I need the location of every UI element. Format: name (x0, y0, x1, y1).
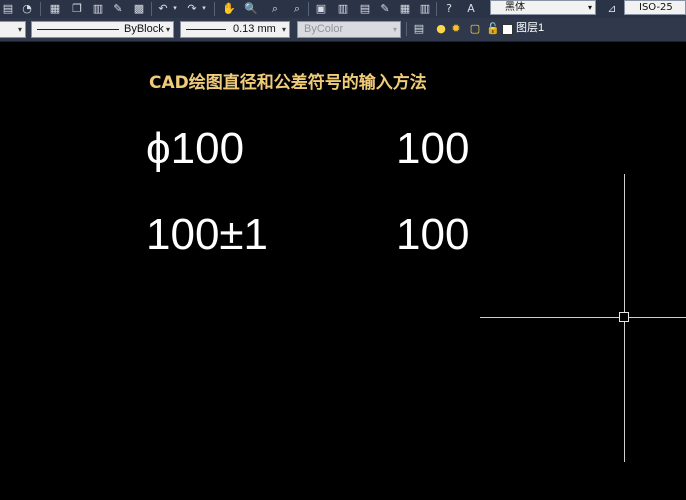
layer-color-swatch (502, 24, 513, 35)
chevron-down-icon: ▾ (165, 25, 170, 34)
plotstyle-value: ByColor (304, 23, 344, 35)
diameter-text: ϕ100 (146, 124, 245, 173)
redo-dropdown-icon[interactable]: ▾ (200, 2, 208, 15)
lineweight-dropdown[interactable]: 0.13 mm ▾ (180, 21, 290, 38)
crosshair-horizontal-line (480, 317, 686, 318)
chevron-down-icon: ▾ (17, 25, 22, 34)
chevron-down-icon: ▾ (392, 25, 397, 34)
markup-icon[interactable]: ✎ (378, 2, 392, 15)
chevron-down-icon: ▾ (281, 25, 286, 34)
lineweight-sample (186, 29, 226, 30)
paste-icon[interactable]: ▥ (91, 2, 105, 15)
dimension-style-value: ISO-25 (639, 2, 673, 13)
toolbar-separator (214, 2, 215, 16)
crosshair-pickbox (619, 312, 629, 322)
sun-icon[interactable]: ✹ (449, 22, 463, 35)
dimension-style-dropdown[interactable]: ISO-25 (624, 0, 686, 15)
copy-icon[interactable]: ❐ (70, 2, 84, 15)
color-dropdown[interactable]: ▾ (0, 21, 26, 38)
publish-icon[interactable]: ◔ (20, 2, 34, 15)
plotstyle-dropdown: ByColor ▾ (297, 21, 401, 38)
undo-icon[interactable]: ↶ (156, 2, 170, 15)
redo-icon[interactable]: ↷ (185, 2, 199, 15)
layer-value: 图层1 (516, 22, 545, 34)
linetype-dropdown[interactable]: ByBlock ▾ (31, 21, 174, 38)
toolbar-separator (40, 2, 41, 16)
zoom-realtime-icon[interactable]: 🔍 (244, 2, 258, 15)
standard-toolbar: ▤ ◔ ▦ ❐ ▥ ✎ ▩ ↶ ▾ ↷ ▾ ✋ 🔍 ⌕ ⌕ ▣ ▥ ▤ ✎ ▦ … (0, 0, 686, 19)
lock-icon[interactable]: 🔓 (486, 22, 500, 35)
plain-number-text-row2: 100 (396, 210, 470, 259)
plot-icon[interactable]: ▤ (1, 2, 15, 15)
linetype-value: ByBlock (124, 23, 164, 35)
pan-icon[interactable]: ✋ (222, 2, 236, 15)
help-icon[interactable]: ? (442, 2, 456, 15)
toolbar-separator (151, 2, 152, 16)
layer-properties-icon[interactable]: ▤ (412, 22, 426, 35)
design-center-icon[interactable]: ▥ (336, 2, 350, 15)
chevron-down-icon: ▾ (587, 3, 592, 12)
text-style-dropdown[interactable]: 黑体 ▾ (490, 0, 596, 15)
drawing-heading: CAD绘图直径和公差符号的输入方法 (149, 73, 427, 93)
block-editor-icon[interactable]: ▩ (132, 2, 146, 15)
lineweight-value: 0.13 mm (233, 23, 276, 35)
zoom-previous-icon[interactable]: ⌕ (290, 2, 304, 15)
plain-number-text-row1: 100 (396, 124, 470, 173)
tolerance-text: 100±1 (146, 210, 269, 259)
zoom-window-icon[interactable]: ⌕ (268, 2, 282, 15)
text-style-icon[interactable]: A (464, 2, 478, 15)
tool-palettes-icon[interactable]: ▤ (358, 2, 372, 15)
layer-dropdown[interactable]: 图层1 (500, 21, 686, 38)
layer-color-icon[interactable]: ▢ (468, 22, 482, 35)
calculator-icon[interactable]: ▥ (418, 2, 432, 15)
match-properties-icon[interactable]: ✎ (111, 2, 125, 15)
undo-dropdown-icon[interactable]: ▾ (171, 2, 179, 15)
quickcalc-icon[interactable]: ▦ (398, 2, 412, 15)
linetype-sample (37, 29, 119, 30)
properties-icon[interactable]: ▦ (48, 2, 62, 15)
dimension-style-icon[interactable]: ⊿ (604, 2, 620, 15)
text-style-value: 黑体 (505, 2, 525, 13)
lightbulb-icon[interactable]: ● (434, 22, 448, 35)
sheet-set-icon[interactable]: ▣ (314, 2, 328, 15)
toolbar-separator (308, 2, 309, 16)
toolbar-separator (406, 22, 407, 36)
toolbar-separator (436, 2, 437, 16)
